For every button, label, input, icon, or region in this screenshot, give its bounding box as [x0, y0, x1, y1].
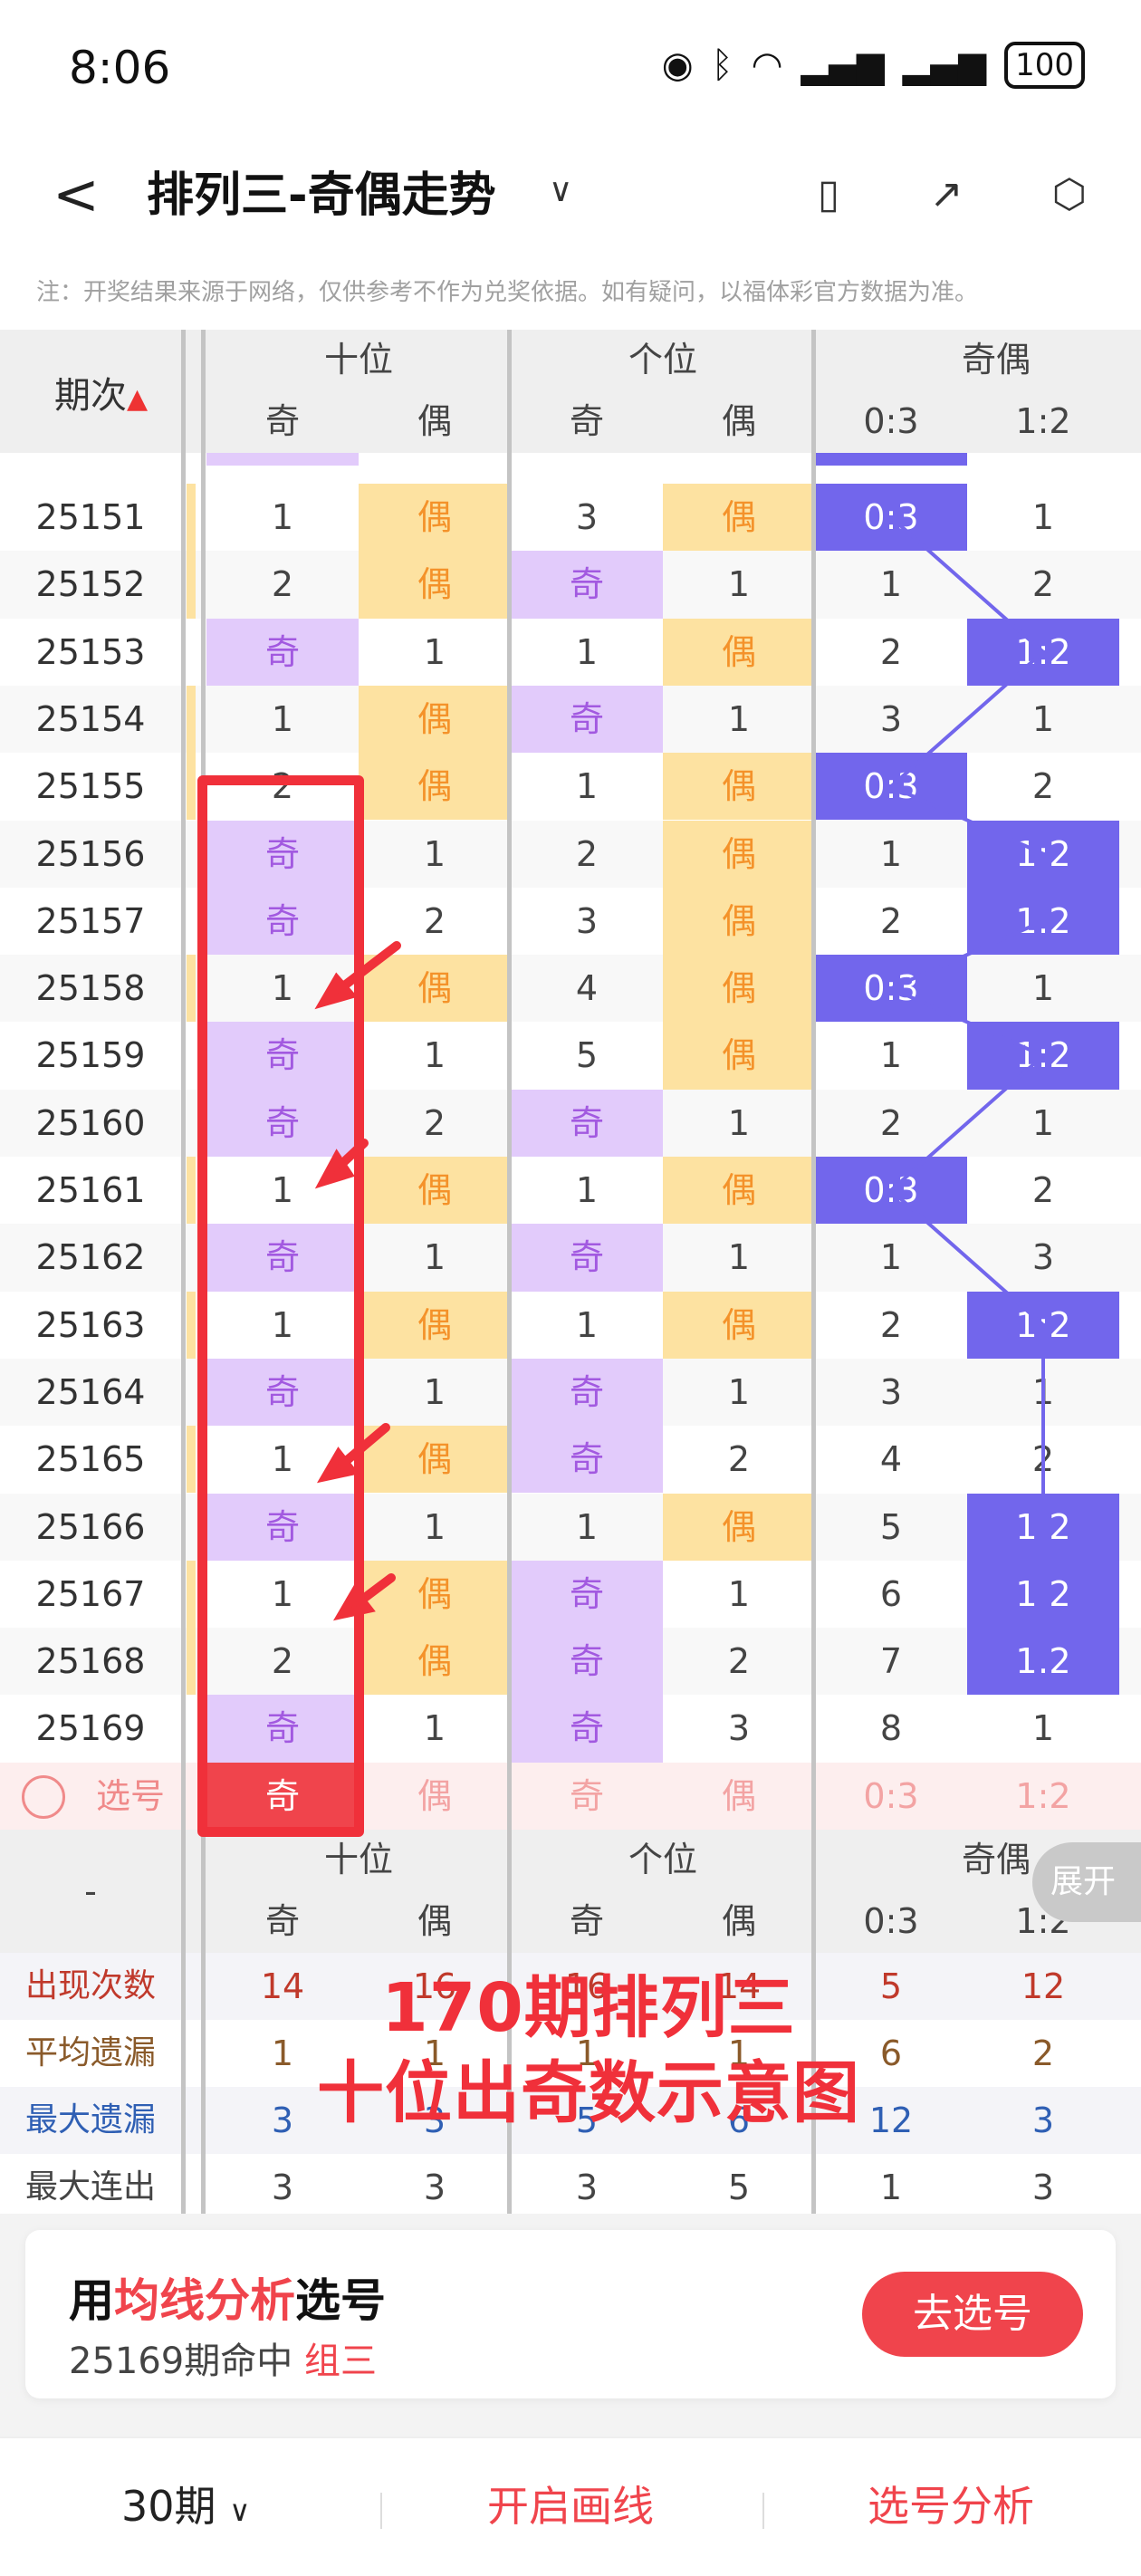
battery-icon: 100	[1004, 42, 1085, 89]
card-subtitle: 25169期命中 组三	[69, 2341, 377, 2382]
go-pick-button[interactable]: 去选号	[862, 2272, 1083, 2357]
draw-line-button[interactable]: 开启画线	[487, 2475, 654, 2538]
settings-icon[interactable]: ⬡	[1038, 163, 1101, 226]
share-icon[interactable]: ↗	[915, 163, 978, 226]
trend-table: 期次▲ 十位 个位 奇偶奇偶奇偶 0:3 1:2 25151 1 偶 3 偶 0:3 1 25152 2 偶…	[0, 330, 1141, 2221]
chevron-down-icon: ∨	[229, 2494, 251, 2528]
page-title[interactable]: 排列三-奇偶走势	[147, 161, 496, 230]
eye-icon: ◉	[661, 44, 694, 86]
period-select[interactable]: 30期 ∨	[121, 2475, 251, 2542]
annotation-arrows	[314, 941, 401, 1621]
card-title: 用均线分析选号	[69, 2274, 386, 2327]
bottom-nav: 30期 ∨ 开启画线 选号分析	[0, 2437, 1141, 2576]
wifi-icon: ◠	[751, 44, 783, 86]
analysis-card: 用均线分析选号 25169期命中 组三 去选号	[25, 2230, 1116, 2398]
divider	[762, 2493, 764, 2529]
status-time: 8:06	[69, 42, 171, 94]
chevron-down-icon[interactable]: ∨	[549, 172, 572, 209]
header: < 排列三-奇偶走势 ∨ ▯ ↗ ⬡	[0, 136, 1141, 254]
signal-icon-2: ▂▄▆	[902, 44, 987, 86]
divider	[380, 2493, 382, 2529]
signal-icon: ▂▄▆	[801, 44, 885, 86]
bluetooth-icon: ᛒ	[711, 44, 734, 86]
overlay-caption: 170期排列三 十位出奇数示意图	[308, 1966, 869, 2136]
disclaimer-notice: 注：开奖结果来源于网络，仅供参考不作为兑奖依据。如有疑问，以福体彩官方数据为准。	[36, 279, 979, 306]
pick-analysis-button[interactable]: 选号分析	[868, 2475, 1034, 2538]
device-icon[interactable]: ▯	[797, 163, 860, 226]
back-icon[interactable]: <	[53, 163, 107, 226]
overlay-line-1: 170期排列三	[381, 1969, 796, 2047]
status-icons: ◉ ᛒ ◠ ▂▄▆ ▂▄▆ 100	[662, 42, 1085, 89]
trend-lines	[887, 515, 1047, 1662]
trend-polyline	[887, 515, 1047, 1662]
overlay-line-2: 十位出奇数示意图	[317, 2054, 860, 2132]
status-bar: 8:06 ◉ ᛒ ◠ ▂▄▆ ▂▄▆ 100	[0, 0, 1141, 136]
